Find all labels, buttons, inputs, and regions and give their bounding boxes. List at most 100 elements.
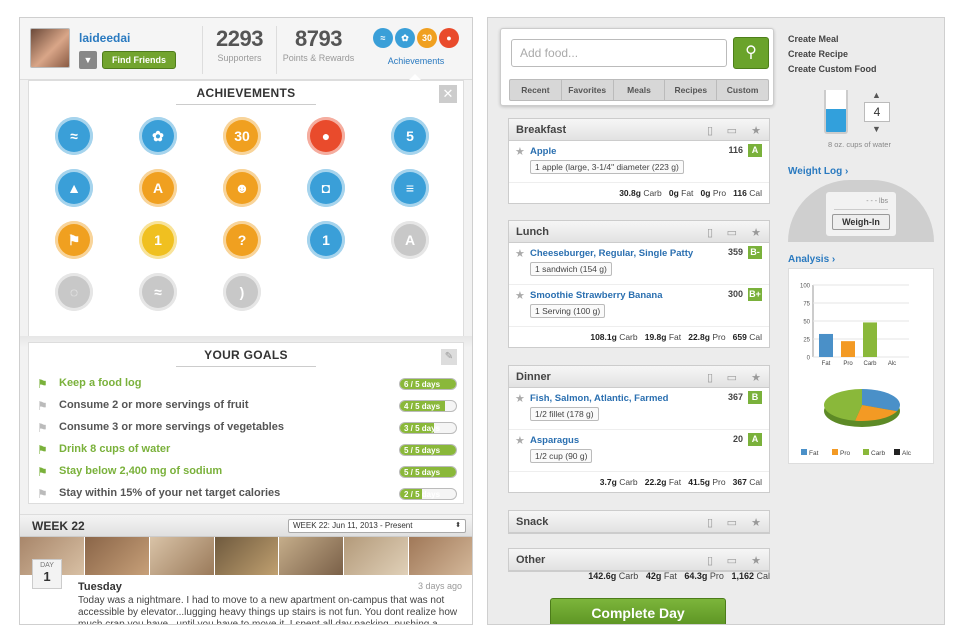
meal-header: Other ▯ ▭ ★ [509,549,769,571]
star-icon[interactable]: ★ [751,371,761,384]
create-recipe-link[interactable]: Create Recipe [788,47,877,62]
camera-icon[interactable]: ▭ [727,516,737,529]
photo-strip[interactable] [20,537,472,575]
legend-label: Alc [902,450,912,457]
entry-title[interactable]: Tuesday [78,581,122,593]
camera-icon[interactable]: ▭ [727,124,737,137]
apple-badge-icon[interactable]: ● [307,117,345,155]
analysis-link[interactable]: Analysis › [788,254,835,265]
entry-timestamp: 3 days ago [417,581,462,591]
star-icon[interactable]: ★ [751,516,761,529]
achievements-link[interactable]: Achievements [362,56,470,66]
profile-menu-button[interactable]: ▼ [79,51,97,69]
food-search-input[interactable]: Add food... [511,39,727,67]
camera-icon[interactable]: ▭ [727,554,737,567]
create-custom-food-link[interactable]: Create Custom Food [788,62,877,77]
locked-sneaker-badge-icon[interactable]: ◌ [55,273,93,311]
meal-totals: 30.8g Carb 0g Fat 0g Pro 116 Cal [619,188,762,198]
camera-icon[interactable]: ▭ [727,226,737,239]
water-count[interactable]: 4 [864,102,890,122]
meal-title: Snack [516,516,549,528]
thirty-badge-icon[interactable]: 30 [223,117,261,155]
food-name[interactable]: Apple [530,146,556,157]
star-icon[interactable]: ★ [751,554,761,567]
star-icon[interactable]: ★ [515,145,525,158]
tab-meals[interactable]: Meals [614,80,666,100]
goal-progress-bar: 2 / 5 days [399,488,457,500]
food-name[interactable]: Cheeseburger, Regular, Single Patty [530,248,693,259]
goal-progress-bar: 5 / 5 days [399,466,457,478]
tab-favorites[interactable]: Favorites [562,80,614,100]
meal-section-lunch: Lunch ▯ ▭ ★ ★ Cheeseburger, Regular, Sin… [508,220,770,348]
document-icon[interactable]: ▯ [707,554,713,567]
goal-text: Stay below 2,400 mg of sodium [59,465,223,477]
create-links: Create Meal Create Recipe Create Custom … [788,32,877,77]
document-icon[interactable]: ▯ [707,124,713,137]
meal-header: Snack ▯ ▭ ★ [509,511,769,533]
decrement-arrow-icon[interactable]: ▼ [872,124,881,134]
five-badge-icon[interactable]: 5 [391,117,429,155]
food-name[interactable]: Smoothie Strawberry Banana [530,290,663,301]
goal-progress-text: 3 / 5 days [404,424,441,433]
food-row: ★ Smoothie Strawberry Banana 300 B+ 1 Se… [509,285,769,327]
goal-text: Consume 3 or more servings of vegetables [59,421,284,433]
flag-icon: ⚑ [37,377,48,391]
day-label: DAY [40,562,54,569]
food-name[interactable]: Fish, Salmon, Atlantic, Farmed [530,393,668,404]
trophy-badge-icon[interactable]: 1 [139,221,177,259]
question-badge-icon[interactable]: ? [223,221,261,259]
tab-custom[interactable]: Custom [717,80,768,100]
document-icon[interactable]: ▯ [707,371,713,384]
tab-recent[interactable]: Recent [510,80,562,100]
camera-icon[interactable]: ▭ [727,371,737,384]
star-icon[interactable]: ★ [751,226,761,239]
avatar[interactable] [30,28,70,68]
serving-select[interactable]: 1/2 fillet (178 g) [530,407,599,421]
star-icon[interactable]: ★ [515,434,525,447]
food-name[interactable]: Asparagus [530,435,579,446]
search-button[interactable]: ⚲ [733,37,769,69]
star-icon[interactable]: ★ [751,124,761,137]
weight-value[interactable]: - - - lbs [834,198,888,210]
star-icon[interactable]: ★ [515,289,525,302]
serving-select[interactable]: 1 sandwich (154 g) [530,262,612,276]
camera-badge-icon[interactable]: ◘ [307,169,345,207]
a-grade-badge-icon[interactable]: A [139,169,177,207]
locked-banana-badge-icon[interactable]: ) [223,273,261,311]
first-badge-icon[interactable]: 1 [307,221,345,259]
meal-section-dinner: Dinner ▯ ▭ ★ ★ Fish, Salmon, Atlantic, F… [508,365,770,493]
locked-a-badge-icon[interactable]: A [391,221,429,259]
scale-display: - - - lbs Weigh-In [826,192,896,236]
serving-select[interactable]: 1 apple (large, 3-1/4" diameter (223 g) [530,160,684,174]
document-icon[interactable]: ▯ [707,516,713,529]
goal-row: ⚑ Stay below 2,400 mg of sodium 5 / 5 days [37,463,457,481]
increment-arrow-icon[interactable]: ▲ [872,90,881,100]
supporters-stat[interactable]: 2293 Supporters [202,26,276,74]
checkered-flag-badge-icon[interactable]: ⚑ [55,221,93,259]
tab-recipes[interactable]: Recipes [665,80,718,100]
achievement-preview[interactable]: ≈ ✿ 30 ● [362,28,470,48]
serving-select[interactable]: 1/2 cup (90 g) [530,449,593,463]
edit-icon[interactable]: ✎ [441,349,457,365]
find-friends-button[interactable]: Find Friends [102,51,176,69]
wave-badge-icon[interactable]: ≈ [55,117,93,155]
weigh-in-button[interactable]: Weigh-In [832,214,890,230]
points-stat[interactable]: 8793 Points & Rewards [276,26,360,74]
star-icon[interactable]: ★ [515,247,525,260]
food-grade-badge: B+ [748,288,762,301]
document-icon[interactable]: ▯ [707,226,713,239]
close-icon[interactable]: ✕ [439,85,457,103]
feet-badge-icon[interactable]: ✿ [139,117,177,155]
week-select[interactable]: WEEK 22: Jun 11, 2013 - Present ⬍ [288,519,466,533]
star-icon[interactable]: ★ [515,392,525,405]
weight-log-link[interactable]: Weight Log › [788,166,848,177]
dumbbell-badge-icon[interactable]: ≡ [391,169,429,207]
locked-wave-badge-icon[interactable]: ≈ [139,273,177,311]
serving-select[interactable]: 1 Serving (100 g) [530,304,606,318]
complete-day-button[interactable]: Complete Day [550,598,726,624]
create-meal-link[interactable]: Create Meal [788,32,877,47]
graduation-badge-icon[interactable]: ▲ [55,169,93,207]
username[interactable]: laideedai [79,31,130,45]
thirty-badge-icon: 30 [417,28,437,48]
character-badge-icon[interactable]: ☻ [223,169,261,207]
